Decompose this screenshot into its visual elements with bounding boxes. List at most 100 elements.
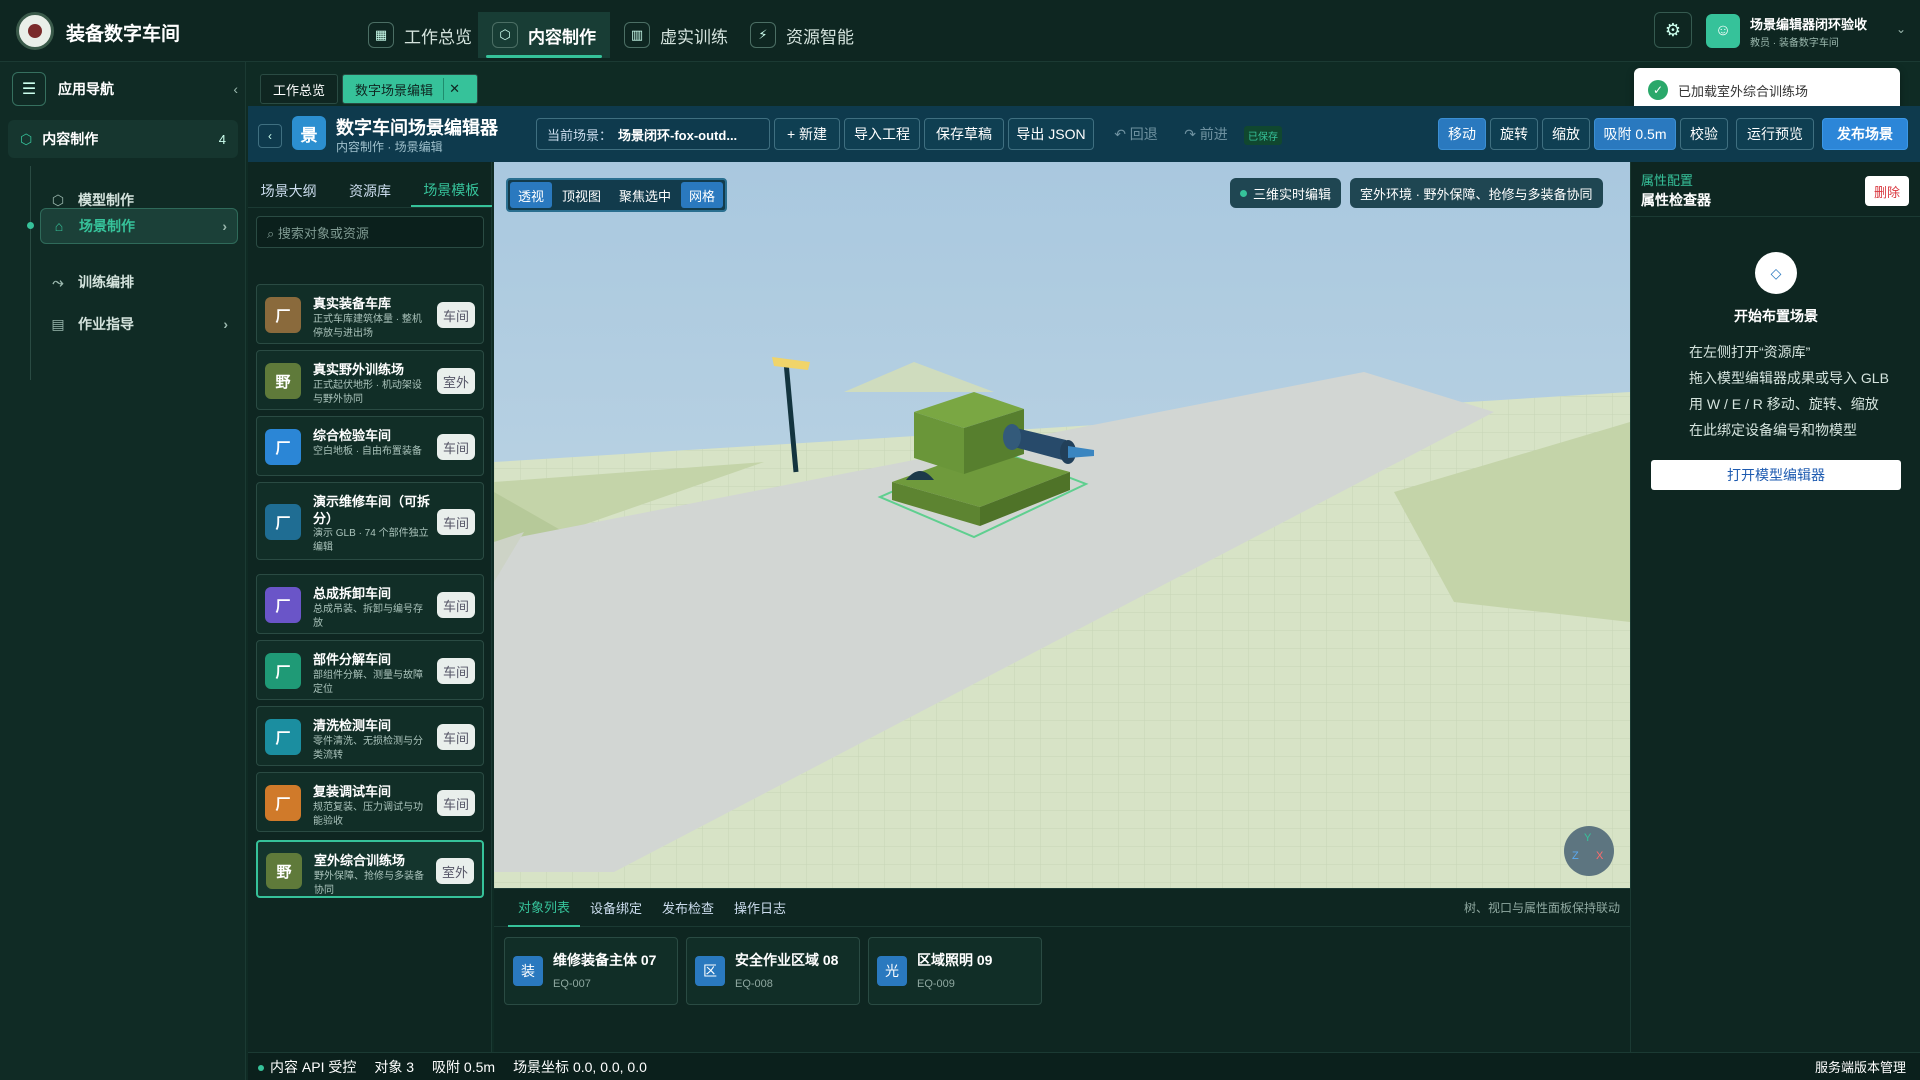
settings-gear-icon[interactable]: ⚙ [1654, 12, 1692, 48]
tab-scene-editor[interactable]: 数字场景编辑 ✕ [342, 74, 479, 104]
template-title: 部件分解车间 [313, 652, 392, 667]
template-card[interactable]: 野室外综合训练场 野外保障、抢修与多装备协同 室外 [256, 840, 484, 898]
template-card[interactable]: 野真实野外训练场 正式起伏地形 · 机动架设与野外协同 室外 [256, 350, 484, 410]
sidebar-item-label: 训练编排 [78, 274, 134, 290]
tab-resource-library[interactable]: 资源库 [329, 174, 410, 207]
open-model-editor-button[interactable]: 打开模型编辑器 [1651, 460, 1901, 490]
template-icon: 厂 [265, 504, 301, 540]
sidebar-item-training[interactable]: ⤳ 训练编排 [40, 264, 238, 300]
3d-viewport[interactable]: 透视 顶视图 聚焦选中 网格 三维实时编辑 室外环境 · 野外保障、抢修与多装备… [494, 162, 1630, 888]
rotate-tool-button[interactable]: 旋转 [1490, 118, 1538, 150]
delete-button[interactable]: 删除 [1865, 176, 1909, 206]
template-icon: 厂 [265, 653, 301, 689]
instruction-step: 用 W / E / R 移动、旋转、缩放 [1689, 396, 1879, 412]
template-card[interactable]: 厂复装调试车间 规范复装、压力调试与功能验收 车间 [256, 772, 484, 832]
move-tool-button[interactable]: 移动 [1438, 118, 1486, 150]
user-role: 教员 · 装备数字车间 [1750, 38, 1839, 49]
nav-training[interactable]: ▥ 虚实训练 [610, 12, 742, 58]
template-card[interactable]: 厂清洗检测车间 零件清洗、无损检测与分类流转 车间 [256, 706, 484, 766]
object-card[interactable]: 装维修装备主体 07 EQ-007 [504, 937, 678, 1005]
template-card[interactable]: 厂综合检验车间 空白地板 · 自由布置装备 车间 [256, 416, 484, 476]
perspective-view-button[interactable]: 透视 [510, 182, 553, 208]
object-card[interactable]: 区安全作业区域 08 EQ-008 [686, 937, 860, 1005]
scale-tool-button[interactable]: 缩放 [1542, 118, 1590, 150]
collapse-sidebar-icon[interactable]: ‹ [233, 81, 238, 97]
snap-button[interactable]: 吸附 0.5m [1594, 118, 1676, 150]
template-card[interactable]: 厂真实装备车库 正式车库建筑体量 · 整机停放与进出场 车间 [256, 284, 484, 344]
grid-toggle-button[interactable]: 网格 [681, 182, 724, 208]
template-type-badge: 车间 [437, 724, 475, 750]
save-draft-button[interactable]: 保存草稿 [924, 118, 1004, 150]
sidebar-item-label: 作业指导 [78, 316, 134, 332]
close-icon[interactable]: ✕ [443, 78, 465, 100]
version-management[interactable]: 服务端版本管理 [1815, 1057, 1906, 1076]
object-title: 安全作业区域 08 [735, 952, 839, 968]
tab-operation-log[interactable]: 操作日志 [724, 889, 796, 927]
tab-object-list[interactable]: 对象列表 [508, 889, 581, 927]
publish-scene-button[interactable]: 发布场景 [1822, 118, 1908, 150]
undo-button[interactable]: ↶ 回退 [1106, 118, 1166, 150]
template-desc: 规范复装、压力调试与功能验收 [313, 802, 423, 827]
template-card[interactable]: 厂部件分解车间 部组件分解、测量与故障定位 车间 [256, 640, 484, 700]
tab-device-binding[interactable]: 设备绑定 [580, 889, 652, 927]
sidebar-header: ☰ 应用导航 ‹ [12, 70, 238, 108]
run-preview-button[interactable]: 运行预览 [1736, 118, 1814, 150]
template-type-badge: 车间 [437, 302, 475, 328]
scene-canvas[interactable] [494, 162, 1630, 888]
property-inspector: 属性配置 属性检查器 删除 ◇ 开始布置场景 在左侧打开“资源库” 拖入模型编辑… [1630, 162, 1920, 1052]
tab-scene-templates[interactable]: 场景模板 [410, 174, 492, 207]
tab-publish-check[interactable]: 发布检查 [652, 889, 724, 927]
editor-header: ‹ 景 数字车间场景编辑器 内容制作 · 场景编辑 当前场景： 场景闭环-fox-… [248, 106, 1920, 162]
redo-button[interactable]: ↷ 前进 [1176, 118, 1236, 150]
view-mode-toolbar: 透视 顶视图 聚焦选中 网格 [506, 178, 728, 212]
left-panel-tabs: 场景大纲 资源库 场景模板 [248, 174, 492, 208]
template-desc: 空白地板 · 自由布置装备 [313, 446, 422, 457]
tab-overview[interactable]: 工作总览 [260, 74, 339, 104]
nav-label: 工作总览 [404, 27, 472, 47]
sidebar-item-guide[interactable]: ▤ 作业指导 › [40, 306, 238, 342]
nav-content[interactable]: ⬡ 内容制作 [478, 12, 610, 58]
validate-button[interactable]: 校验 [1680, 118, 1728, 150]
top-view-button[interactable]: 顶视图 [554, 182, 609, 208]
template-title: 总成拆卸车间 [313, 586, 392, 601]
nav-overview[interactable]: ▦ 工作总览 [354, 12, 486, 58]
template-type-badge: 室外 [436, 858, 474, 884]
search-input[interactable]: ⌕ 搜索对象或资源 [256, 216, 484, 248]
axis-gizmo[interactable]: Y Z X [1564, 826, 1614, 876]
template-title: 室外综合训练场 [314, 853, 406, 868]
scene-label: 当前场景： [547, 127, 613, 143]
user-menu[interactable]: ☺ 场景编辑器闭环验收 教员 · 装备数字车间 ⌄ [1706, 10, 1916, 52]
panel-title: 属性检查器 [1641, 192, 1711, 208]
back-button[interactable]: ‹ [258, 124, 282, 148]
toast-text: 已加载室外综合训练场 [1678, 83, 1809, 99]
template-card[interactable]: 厂演示维修车间（可拆分） 演示 GLB · 74 个部件独立编辑 车间 [256, 482, 484, 560]
cube-icon: ⬡ [51, 191, 65, 208]
environment-badge: 室外环境 · 野外保障、抢修与多装备协同 [1350, 178, 1603, 208]
focus-selected-button[interactable]: 聚焦选中 [611, 182, 679, 208]
cube-icon: ⬡ [20, 130, 33, 147]
new-button[interactable]: + 新建 [774, 118, 840, 150]
menu-icon[interactable]: ☰ [12, 72, 46, 106]
breadcrumb: 内容制作 · 场景编辑 [336, 140, 443, 154]
nav-resources[interactable]: ⚡ 资源智能 [736, 12, 868, 58]
scene-icon: 景 [292, 116, 326, 150]
z-axis-label: Z [1572, 850, 1579, 862]
current-scene-select[interactable]: 当前场景： 场景闭环-fox-outd... [536, 118, 770, 150]
sidebar-item-scene[interactable]: ⌂ 场景制作 › [40, 208, 238, 244]
book-icon: ▥ [624, 22, 650, 48]
sidebar-section-content[interactable]: ⬡ 内容制作 4 [8, 120, 238, 158]
template-desc: 总成吊装、拆卸与编号存放 [313, 604, 423, 629]
import-button[interactable]: 导入工程 [844, 118, 920, 150]
object-icon: 光 [877, 956, 907, 986]
template-card[interactable]: 厂总成拆卸车间 总成吊装、拆卸与编号存放 车间 [256, 574, 484, 634]
export-json-button[interactable]: 导出 JSON [1008, 118, 1094, 150]
y-axis-label: Y [1584, 832, 1592, 844]
template-desc: 部组件分解、测量与故障定位 [313, 670, 423, 695]
object-card[interactable]: 光区域照明 09 EQ-009 [868, 937, 1042, 1005]
template-title: 综合检验车间 [313, 428, 392, 443]
template-icon: 厂 [265, 429, 301, 465]
object-title: 区域照明 09 [917, 952, 993, 968]
tab-scene-outline[interactable]: 场景大纲 [248, 174, 329, 207]
template-desc: 演示 GLB · 74 个部件独立编辑 [313, 528, 429, 553]
tab-label: 数字场景编辑 [355, 82, 434, 98]
